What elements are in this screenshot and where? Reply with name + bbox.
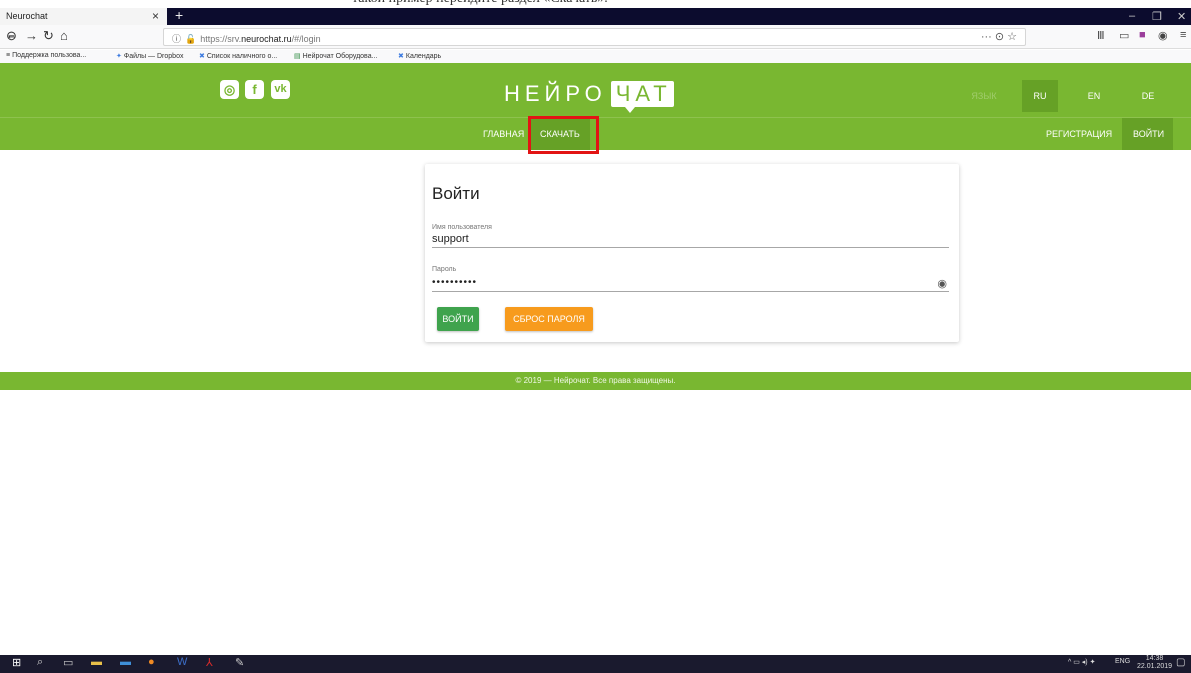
windows-taskbar: ⊞ ⌕ ▭ ▬ ▬ ● W ⅄ ✎ ^ ▭ ◂) ✦ ENG 14:38 22.0… (0, 655, 1191, 673)
bookmark-icon: ≡ (6, 52, 11, 59)
firefox-icon[interactable]: ● (148, 656, 155, 668)
forward-icon[interactable]: → (25, 28, 38, 43)
site-header: ◎ f vk НЕЙРО ЧАТ ЯЗЫК RU EN DE (0, 63, 1191, 117)
new-tab-icon[interactable]: + (175, 7, 183, 23)
browser-tab-bar: Neurochat × + – ❐ ✕ (0, 7, 1191, 25)
bookmarks-bar: ≡ Поддержка пользова... ✦ Файлы — Dropbox … (0, 50, 1191, 63)
logo-text-right: ЧАТ (610, 81, 674, 113)
caption-fragment: такой пример перейдите раздел «Скачать». (352, 0, 608, 7)
bookmark-item[interactable]: ≡ Поддержка пользова... (6, 52, 86, 59)
menu-icon[interactable]: ≡ (1180, 29, 1186, 41)
browser-tab[interactable]: Neurochat × (0, 8, 167, 25)
url-path: /#/login (291, 34, 321, 44)
url-prefix: https://srv. (200, 34, 242, 44)
browser-nav-bar: ⊖ ← → ↻ ⌂ ⓘ 🔓 https://srv.neurochat.ru/#/l… (0, 25, 1191, 49)
logo-text-left: НЕЙРО (504, 81, 607, 106)
minimize-icon[interactable]: – (1129, 10, 1135, 22)
bookmark-item[interactable]: ▤ Нейрочат Оборудова... (294, 52, 377, 60)
highlight-box (528, 116, 599, 154)
extension-icon[interactable]: ■ (1139, 29, 1146, 41)
clock[interactable]: 14:38 22.01.2019 (1137, 655, 1172, 671)
back-arrow-icon: ← (6, 28, 18, 42)
username-label: Имя пользователя (432, 224, 492, 231)
file-explorer-icon[interactable]: ▬ (91, 656, 102, 668)
clock-time: 14:38 (1145, 655, 1164, 662)
lock-warning-icon: 🔓 (185, 34, 197, 44)
close-tab-icon[interactable]: × (152, 9, 159, 23)
language-label: ЯЗЫК (971, 91, 997, 101)
bookmark-icon: ✖ (199, 53, 205, 60)
start-icon[interactable]: ⊞ (12, 656, 21, 669)
bookmark-label: Файлы — Dropbox (123, 53, 184, 60)
bookmark-label: Поддержка пользова... (12, 52, 87, 59)
vk-icon[interactable]: vk (271, 80, 290, 99)
language-de[interactable]: DE (1133, 80, 1163, 112)
site-footer: © 2019 — Нейрочат. Все права защищены. (0, 372, 1191, 390)
account-icon[interactable]: ◉ (1158, 29, 1168, 42)
library-icon[interactable]: Ⅲ (1097, 29, 1105, 42)
input-language[interactable]: ENG (1115, 658, 1130, 665)
dropbox-icon: ✦ (116, 53, 122, 60)
acrobat-icon[interactable]: ⅄ (206, 656, 213, 669)
password-field[interactable]: •••••••••• (432, 277, 949, 292)
search-icon[interactable]: ⌕ (37, 656, 43, 669)
tab-title: Neurochat (6, 11, 48, 21)
reload-icon[interactable]: ↻ (43, 28, 54, 44)
url-bar[interactable]: ⓘ 🔓 https://srv.neurochat.ru/#/login ··· ⊙… (163, 28, 1026, 46)
clock-date: 22.01.2019 (1137, 663, 1173, 670)
username-field[interactable]: support (432, 233, 949, 248)
bookmark-icon: ✖ (398, 53, 404, 60)
login-title: Войти (432, 184, 480, 203)
bookmark-item[interactable]: ✖ Календарь (398, 52, 441, 60)
reset-password-button[interactable]: СБРОС ПАРОЛЯ (505, 307, 593, 331)
maximize-icon[interactable]: ❐ (1152, 10, 1162, 23)
sheet-icon: ▤ (294, 53, 301, 60)
instagram-icon[interactable]: ◎ (220, 80, 239, 99)
url-host: neurochat.ru (241, 34, 292, 44)
menu-register[interactable]: РЕГИСТРАЦИЯ (1046, 118, 1112, 150)
word-icon[interactable]: W (177, 656, 187, 668)
bookmark-item[interactable]: ✖ Список наличного о... (199, 52, 277, 60)
mail-icon[interactable]: ▬ (120, 656, 131, 668)
paint-icon[interactable]: ✎ (235, 656, 244, 669)
login-button[interactable]: ВОЙТИ (437, 307, 479, 331)
notifications-icon[interactable]: ▢ (1176, 657, 1185, 668)
url-actions[interactable]: ··· ⊙ ☆ (981, 30, 1017, 43)
login-card: Войти Имя пользователя support Пароль ••… (425, 164, 959, 342)
show-password-icon[interactable]: ◉ (937, 277, 947, 290)
facebook-icon[interactable]: f (245, 80, 264, 99)
info-icon: ⓘ (172, 34, 182, 44)
bookmark-label: Список наличного о... (206, 53, 278, 60)
language-ru[interactable]: RU (1022, 80, 1058, 112)
tray-icons[interactable]: ^ ▭ ◂) ✦ (1068, 658, 1095, 666)
bookmark-item[interactable]: ✦ Файлы — Dropbox (116, 52, 183, 60)
task-view-icon[interactable]: ▭ (63, 656, 73, 669)
bookmark-label: Нейрочат Оборудова... (302, 53, 378, 60)
site-logo[interactable]: НЕЙРО ЧАТ (504, 81, 674, 113)
menu-login[interactable]: ВОЙТИ (1122, 118, 1174, 150)
language-en[interactable]: EN (1080, 80, 1108, 112)
sidebar-icon[interactable]: ▭ (1119, 29, 1129, 42)
menu-home[interactable]: ГЛАВНАЯ (483, 118, 524, 150)
password-label: Пароль (432, 266, 457, 273)
home-icon[interactable]: ⌂ (60, 28, 68, 43)
close-window-icon[interactable]: ✕ (1177, 10, 1186, 23)
bookmark-label: Календарь (405, 53, 442, 60)
